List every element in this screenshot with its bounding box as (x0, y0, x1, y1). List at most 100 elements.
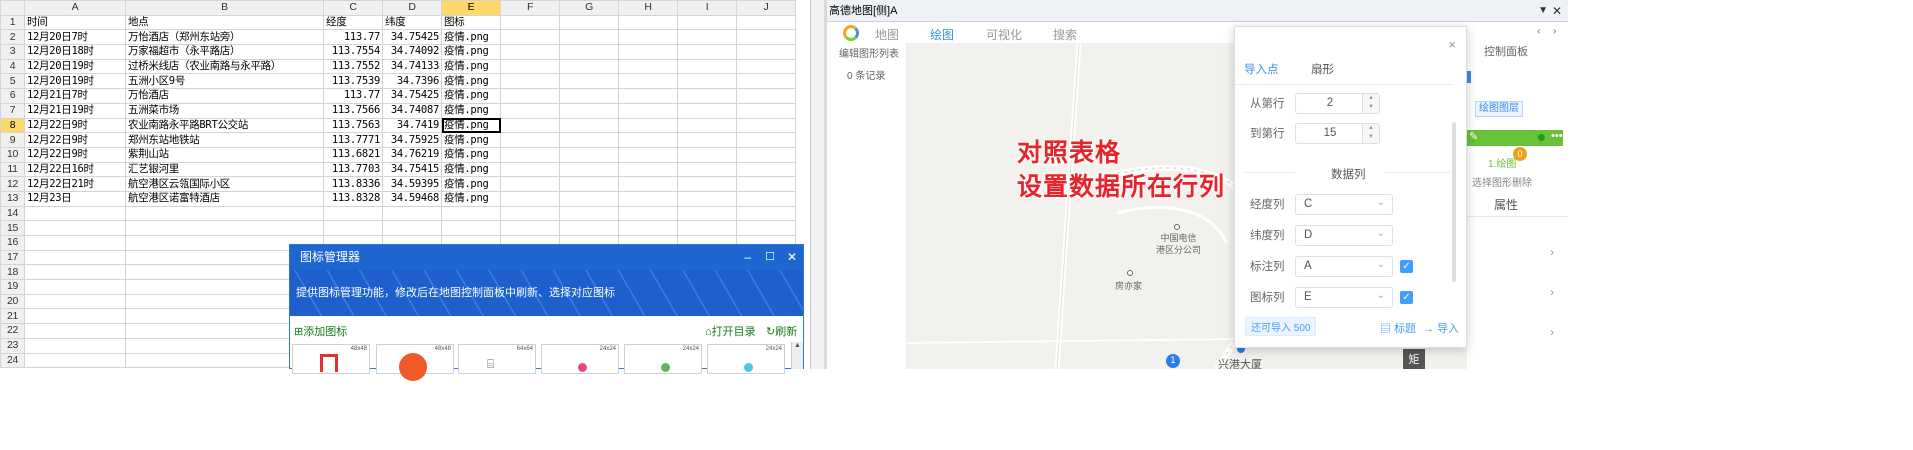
sheet-cell[interactable] (441, 220, 501, 236)
sheet-cell[interactable] (736, 102, 796, 119)
properties-tab[interactable]: 属性 (1494, 196, 1518, 213)
chevron-right-icon[interactable]: › (1550, 285, 1554, 299)
sheet-cell[interactable]: 图标 (441, 14, 501, 31)
sheet-cell[interactable] (323, 220, 383, 236)
sheet-cell[interactable] (500, 58, 560, 75)
row-header[interactable]: 19 (0, 279, 25, 295)
sheet-cell[interactable] (618, 161, 678, 178)
sheet-cell[interactable]: 过桥米线店（农业南路与永平路） (125, 58, 324, 75)
sheet-cell[interactable] (559, 161, 619, 178)
row-header[interactable]: 2 (0, 29, 25, 46)
sheet-cell[interactable]: 12月22日21时 (24, 176, 126, 192)
sheet-cell[interactable]: 113.77 (323, 29, 383, 46)
sheet-cell[interactable] (736, 146, 796, 163)
dropdown-icon[interactable]: ▼ (1538, 0, 1548, 22)
sheet-cell[interactable] (677, 14, 737, 31)
more-icon[interactable]: ••• (1551, 130, 1563, 142)
sheet-cell[interactable] (736, 58, 796, 75)
sheet-cell[interactable] (736, 88, 796, 104)
sheet-cell[interactable]: 疫情.png (441, 176, 501, 192)
sheet-cell[interactable] (736, 29, 796, 46)
column-header[interactable]: G (559, 0, 619, 16)
row-header[interactable]: 21 (0, 308, 25, 325)
sheet-cell[interactable]: 汇艺银河里 (125, 161, 324, 178)
row-header[interactable]: 8 (0, 117, 25, 134)
sheet-cell[interactable]: 疫情.png (441, 88, 501, 104)
lng-col-select[interactable]: C ⌄ (1295, 194, 1393, 215)
nav-tab-visualize[interactable]: 可视化 (986, 26, 1022, 43)
draw-layer-button[interactable]: 绘图图层 (1475, 101, 1523, 117)
row-header[interactable]: 16 (0, 235, 25, 251)
sheet-cell[interactable]: 113.7552 (323, 58, 383, 75)
sheet-cell[interactable] (736, 73, 796, 90)
row-header[interactable]: 15 (0, 220, 25, 236)
icon-thumbnail[interactable]: 24x24 (624, 344, 702, 374)
row-header[interactable]: 14 (0, 205, 25, 222)
tab-import-points[interactable]: 导入点 (1244, 61, 1279, 77)
row-header[interactable]: 4 (0, 58, 25, 75)
sheet-cell[interactable] (559, 88, 619, 104)
sheet-cell[interactable]: 113.7539 (323, 73, 383, 90)
sheet-cell[interactable]: 疫情.png (441, 190, 501, 207)
sheet-cell[interactable] (559, 44, 619, 60)
sheet-cell[interactable]: 34.74133 (382, 58, 442, 75)
to-row-input[interactable]: 15 ▲ ▼ (1295, 123, 1380, 144)
sheet-cell[interactable]: 疫情.png (441, 161, 501, 178)
sheet-cell[interactable] (24, 352, 126, 369)
sheet-cell[interactable] (500, 161, 560, 178)
layer-item-label[interactable]: 1.绘图 (1488, 155, 1516, 170)
sheet-cell[interactable]: 12月22日9时 (24, 132, 126, 148)
spinner-buttons[interactable]: ▲ ▼ (1362, 94, 1379, 113)
sheet-cell[interactable] (500, 29, 560, 46)
icon-thumbnail[interactable]: 48x48 (376, 344, 454, 381)
row-header[interactable]: 11 (0, 161, 25, 178)
sheet-cell[interactable]: 疫情.png (441, 58, 501, 75)
sheet-cell[interactable]: 34.75415 (382, 161, 442, 178)
sheet-cell[interactable] (500, 44, 560, 60)
sheet-cell[interactable] (125, 220, 324, 236)
sheet-cell[interactable] (736, 161, 796, 178)
column-header[interactable]: H (618, 0, 678, 16)
sheet-cell[interactable] (736, 44, 796, 60)
sheet-cell[interactable] (559, 205, 619, 222)
title-button[interactable]: ▤ 标题 (1380, 320, 1416, 336)
lat-col-select[interactable]: D ⌄ (1295, 225, 1393, 246)
sheet-cell[interactable] (618, 88, 678, 104)
sheet-cell[interactable] (677, 176, 737, 192)
row-header[interactable]: 3 (0, 44, 25, 60)
sheet-cell[interactable]: 万怡酒店 (125, 88, 324, 104)
row-header[interactable]: 9 (0, 132, 25, 148)
sheet-cell[interactable]: 五洲菜市场 (125, 102, 324, 119)
sheet-cell[interactable]: 12月20日19时 (24, 73, 126, 90)
dialog-close-button[interactable]: × (1448, 37, 1456, 52)
sheet-cell[interactable]: 疫情.png (441, 117, 501, 134)
sheet-cell[interactable] (24, 235, 126, 251)
sheet-cell[interactable]: 34.74087 (382, 102, 442, 119)
sheet-cell[interactable] (677, 88, 737, 104)
sheet-cell[interactable]: 34.76219 (382, 146, 442, 163)
sheet-cell[interactable]: 万家福超市（永平路店） (125, 44, 324, 60)
sheet-cell[interactable] (677, 205, 737, 222)
sheet-cell[interactable] (618, 14, 678, 31)
sheet-cell[interactable] (677, 220, 737, 236)
sheet-cell[interactable]: 纬度 (382, 14, 442, 31)
sheet-cell[interactable]: 113.7554 (323, 44, 383, 60)
sheet-cell[interactable] (736, 117, 796, 134)
sheet-cell[interactable]: 113.6821 (323, 146, 383, 163)
sheet-cell[interactable]: 12月23日 (24, 190, 126, 207)
sheet-cell[interactable] (677, 58, 737, 75)
row-header[interactable]: 10 (0, 146, 25, 163)
column-header[interactable]: F (500, 0, 560, 16)
sheet-cell[interactable] (24, 205, 126, 222)
sheet-cell[interactable] (24, 323, 126, 339)
sheet-cell[interactable] (677, 44, 737, 60)
row-header[interactable]: 24 (0, 352, 25, 369)
mark-col-select[interactable]: A ⌄ (1295, 256, 1393, 277)
add-icon-button[interactable]: ⊞添加图标 (294, 323, 347, 339)
row-header[interactable]: 12 (0, 176, 25, 192)
sheet-cell[interactable]: 疫情.png (441, 44, 501, 60)
open-directory-button[interactable]: ⌂打开目录 (705, 323, 756, 339)
spinner-buttons[interactable]: ▲ ▼ (1362, 124, 1379, 143)
close-button[interactable]: ✕ (787, 245, 797, 270)
row-header[interactable]: 23 (0, 337, 25, 354)
